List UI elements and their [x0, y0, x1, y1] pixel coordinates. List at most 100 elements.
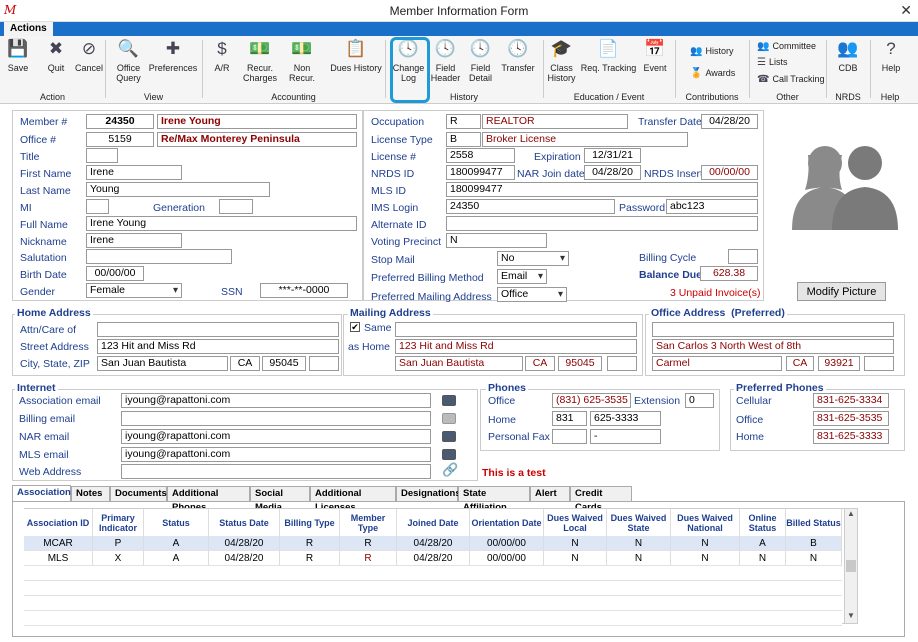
home-zip-field[interactable]: 95045 [262, 356, 306, 371]
member-name-field[interactable]: Irene Young [157, 114, 357, 129]
extension-field[interactable]: 0 [685, 393, 714, 408]
modify-picture-button[interactable]: Modify Picture [797, 282, 886, 301]
link-icon[interactable]: 🔗 [442, 462, 458, 478]
license-type-field[interactable]: Broker License [482, 132, 688, 147]
tab-state-affiliation[interactable]: State Affiliation [458, 486, 530, 513]
transfer-button[interactable]: 🕓 Transfer [498, 38, 538, 73]
unpaid-invoices-link[interactable]: 3 Unpaid Invoice(s) [670, 287, 760, 299]
event-button[interactable]: 📅 Event [640, 38, 670, 73]
scroll-up-icon[interactable]: ▲ [845, 509, 857, 521]
grid-header-status-date[interactable]: Status Date [209, 509, 280, 536]
generation-field[interactable] [219, 199, 253, 214]
nickname-field[interactable]: Irene [86, 233, 182, 248]
nrds-id-field[interactable]: 180099477 [446, 165, 515, 180]
pref-home-field[interactable]: 831-625-3333 [813, 429, 889, 444]
home-street-field[interactable]: 123 Hit and Miss Rd [97, 339, 339, 354]
office-city-field[interactable]: Carmel [652, 356, 782, 371]
field-detail-button[interactable]: 🕓 Field Detail [463, 38, 498, 83]
office-state-field[interactable]: CA [786, 356, 814, 371]
stop-mail-select[interactable]: No [497, 251, 569, 266]
transfer-date-field[interactable]: 04/28/20 [701, 114, 758, 129]
nar-email-send-icon[interactable] [442, 431, 456, 442]
billing-email-send-icon[interactable] [442, 413, 456, 424]
mailing-street-field[interactable]: 123 Hit and Miss Rd [395, 339, 637, 354]
occupation-field[interactable]: REALTOR [482, 114, 628, 129]
home-area-field[interactable]: 831 [552, 411, 587, 426]
tab-alert[interactable]: Alert [530, 486, 570, 501]
committee-button[interactable]: 👥 Committee [757, 41, 816, 52]
table-row[interactable]: MLS X A 04/28/20 R R 04/28/20 00/00/00 N N N N N [24, 551, 842, 566]
dues-history-button[interactable]: 📋 Dues History [330, 38, 382, 73]
grid-header-primary-indicator[interactable]: Primary Indicator [93, 509, 144, 536]
table-row[interactable]: MCAR P A 04/28/20 R R 04/28/20 00/00/00 N N N A B [24, 536, 842, 551]
save-button[interactable]: 💾 Save [3, 38, 33, 73]
grid-header-billing-type[interactable]: Billing Type [280, 509, 340, 536]
office-phone-field[interactable]: (831) 625-3535 [552, 393, 631, 408]
tab-additional-phones[interactable]: Additional Phones [167, 486, 250, 513]
history-small-button[interactable]: 👥 History [690, 46, 733, 57]
billing-email-field[interactable] [121, 411, 431, 426]
quit-button[interactable]: ✖ Quit [40, 38, 72, 73]
tab-designations[interactable]: Designations [396, 486, 461, 501]
mls-id-field[interactable]: 180099477 [446, 182, 758, 197]
home-state-field[interactable]: CA [230, 356, 260, 371]
tab-credit-cards[interactable]: Credit Cards [570, 486, 632, 513]
tab-documents[interactable]: Documents [110, 486, 167, 501]
grid-scrollbar[interactable]: ▲ ▼ [844, 509, 857, 623]
tab-additional-licenses[interactable]: Additional Licenses [310, 486, 396, 513]
full-name-field[interactable]: Irene Young [86, 216, 357, 231]
title-field[interactable] [86, 148, 118, 163]
occupation-code-field[interactable]: R [446, 114, 481, 129]
license-no-field[interactable]: 2558 [446, 148, 515, 163]
cdb-button[interactable]: 👥 CDB [833, 38, 863, 73]
license-type-code-field[interactable]: B [446, 132, 481, 147]
tab-notes[interactable]: Notes [71, 486, 110, 501]
ssn-field[interactable]: ***-**-0000 [260, 283, 348, 298]
req-tracking-button[interactable]: 📄 Req. Tracking [580, 38, 637, 73]
pref-mailing-select[interactable]: Office [497, 287, 567, 302]
assoc-email-field[interactable]: iyoung@rapattoni.com [121, 393, 431, 408]
close-window-icon[interactable]: ✕ [900, 2, 912, 19]
office-zip-field[interactable]: 93921 [818, 356, 860, 371]
call-tracking-button[interactable]: ☎ Call Tracking [757, 74, 825, 85]
nrds-insert-field[interactable]: 00/00/00 [701, 165, 758, 180]
awards-button[interactable]: 🏅 Awards [690, 68, 735, 79]
home-city-field[interactable]: San Juan Bautista [97, 356, 228, 371]
grid-header-association-id[interactable]: Association ID [24, 509, 93, 536]
gender-select[interactable]: Female [86, 283, 182, 298]
mi-field[interactable] [86, 199, 109, 214]
mailing-line1-field[interactable] [395, 322, 637, 337]
fax-area-field[interactable] [552, 429, 587, 444]
office-street-field[interactable]: San Carlos 3 North West of 8th [652, 339, 894, 354]
mailing-zip4-field[interactable] [607, 356, 637, 371]
mailing-city-field[interactable]: San Juan Bautista [395, 356, 523, 371]
mls-email-field[interactable]: iyoung@rapattoni.com [121, 447, 431, 462]
mailing-state-field[interactable]: CA [525, 356, 555, 371]
recur-charges-button[interactable]: 💵 Recur. Charges [238, 38, 282, 83]
billing-cycle-field[interactable] [728, 249, 758, 264]
home-zip4-field[interactable] [309, 356, 339, 371]
web-address-field[interactable] [121, 464, 431, 479]
nar-email-field[interactable]: iyoung@rapattoni.com [121, 429, 431, 444]
scroll-down-icon[interactable]: ▼ [845, 611, 857, 623]
home-phone-field[interactable]: 625-3333 [590, 411, 661, 426]
balance-due-field[interactable]: 628.38 [700, 266, 758, 281]
office-line1-field[interactable] [652, 322, 894, 337]
salutation-field[interactable] [86, 249, 232, 264]
pref-billing-select[interactable]: Email [497, 269, 547, 284]
grid-header-member-type[interactable]: Member Type [340, 509, 397, 536]
tab-actions[interactable]: Actions [4, 22, 53, 36]
fax-field[interactable]: - [590, 429, 661, 444]
a-r-button[interactable]: $ A/R [208, 38, 236, 73]
birth-date-field[interactable]: 00/00/00 [86, 266, 144, 281]
lists-button[interactable]: ☰ Lists [757, 57, 787, 68]
help-button[interactable]: ? Help [876, 38, 906, 73]
same-as-home-checkbox[interactable]: ✔ [350, 322, 360, 332]
grid-header-dues-waived-state[interactable]: Dues Waived State [607, 509, 671, 536]
office-no-field[interactable]: 5159 [86, 132, 154, 147]
pref-office-field[interactable]: 831-625-3535 [813, 411, 889, 426]
class-history-button[interactable]: 🎓 Class History [545, 38, 578, 83]
office-query-button[interactable]: 🔍 Office Query [112, 38, 145, 83]
last-name-field[interactable]: Young [86, 182, 270, 197]
grid-header-orientation-date[interactable]: Orientation Date [470, 509, 544, 536]
